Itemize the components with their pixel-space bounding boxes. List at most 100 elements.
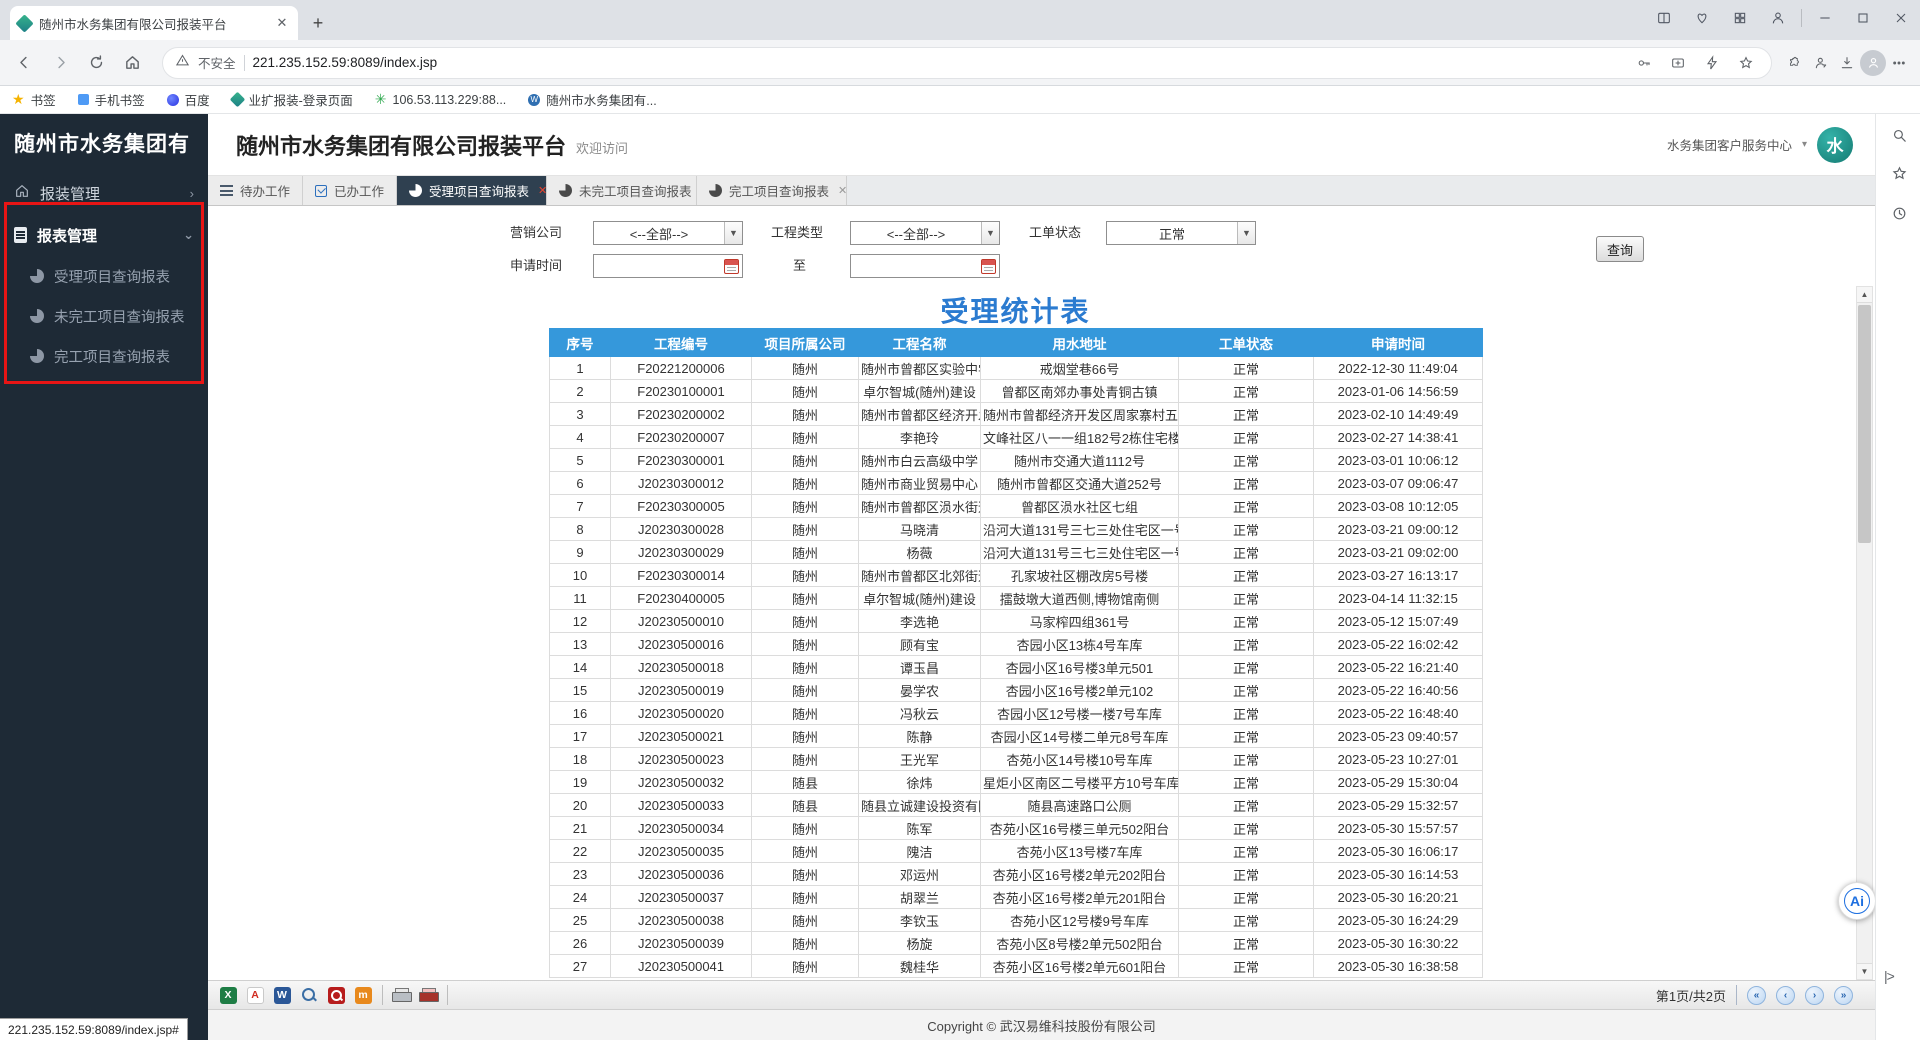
bookmark-item[interactable]: 业扩报装-登录页面 [232, 90, 353, 109]
scroll-up-icon[interactable]: ▲ [1857, 287, 1872, 303]
sidebar-item-baobiao[interactable]: 报表管理 ⌄ [0, 214, 208, 256]
avatar[interactable]: 水 [1817, 127, 1853, 163]
content-scrollbar[interactable]: ▲ ▼ [1856, 286, 1873, 980]
header-user-area[interactable]: 水务集团客户服务中心 ▾ 水 [1667, 127, 1853, 163]
print-preview-icon[interactable] [299, 985, 319, 1005]
new-tab-button[interactable]: + [304, 9, 332, 37]
table-row[interactable]: 26J20230500039随州杨旋杏苑小区8号楼2单元502阳台正常2023-… [550, 932, 1483, 955]
last-page-button[interactable]: » [1834, 986, 1853, 1005]
bookmark-item[interactable]: W随州市水务集团有... [528, 90, 656, 109]
favorites-star-icon[interactable] [1886, 160, 1912, 186]
browser-avatar[interactable] [1860, 50, 1886, 76]
extensions-puzzle-icon[interactable] [1782, 50, 1808, 76]
bookmark-item[interactable]: ✳106.53.113.229:88... [375, 91, 507, 108]
table-row[interactable]: 24J20230500037随州胡翠兰杏苑小区16号楼2单元201阳台正常202… [550, 886, 1483, 909]
table-row[interactable]: 16J20230500020随州冯秋云杏园小区12号楼一楼7号车库正常2023-… [550, 702, 1483, 725]
sidebar-subitem-shouli[interactable]: 受理项目查询报表 [0, 256, 208, 296]
scrollbar-thumb[interactable] [1858, 305, 1871, 543]
date-from-input[interactable] [593, 254, 743, 278]
address-bar[interactable]: 不安全 221.235.152.59:8089/index.jsp [162, 47, 1772, 79]
table-row[interactable]: 4F20230200007随州李艳玲文峰社区八一一组182号2栋住宅楼正常202… [550, 426, 1483, 449]
table-row[interactable]: 5F20230300001随州随州市白云高级中学随州市交通大道1112号正常20… [550, 449, 1483, 472]
bookmark-item[interactable]: 手机书签 [78, 90, 145, 109]
ai-assistant-button[interactable]: Ai [1838, 882, 1875, 920]
table-row[interactable]: 9J20230300029随州杨薇沿河大道131号三七三处住宅区一号正常2023… [550, 541, 1483, 564]
extensions-icon[interactable] [1721, 0, 1759, 36]
pdf-print-icon[interactable] [418, 985, 438, 1005]
more-menu-icon[interactable] [1886, 50, 1912, 76]
table-row[interactable]: 3F20230200002随州随州市曾都区经济开发随州市曾都经济开发区周家寨村五… [550, 403, 1483, 426]
home-icon[interactable] [116, 47, 148, 79]
tab-daiban[interactable]: 待办工作 [208, 176, 303, 205]
back-icon[interactable] [8, 47, 40, 79]
table-row[interactable]: 11F20230400005随州卓尔智城(随州)建设擂鼓墩大道西侧,博物馆南侧正… [550, 587, 1483, 610]
project-type-select[interactable]: <--全部-->▼ [850, 221, 1000, 245]
history-clock-icon[interactable] [1886, 200, 1912, 226]
table-row[interactable]: 7F20230300005随州随州市曾都区涢水街道曾都区涢水社区七组正常2023… [550, 495, 1483, 518]
enhance-page-icon[interactable] [1665, 50, 1691, 76]
export-pdf-icon[interactable]: A [245, 985, 265, 1005]
sync-profile-icon[interactable] [1808, 50, 1834, 76]
calendar-icon[interactable] [981, 259, 996, 274]
table-row[interactable]: 8J20230300028随州马晓清沿河大道131号三七三处住宅区一号正常202… [550, 518, 1483, 541]
export-word-icon[interactable]: W [272, 985, 292, 1005]
tab-close-icon[interactable]: ✕ [274, 15, 290, 31]
password-key-icon[interactable] [1631, 50, 1657, 76]
table-row[interactable]: 6J20230300012随州随州市商业贸易中心随州市曾都区交通大道252号正常… [550, 472, 1483, 495]
table-row[interactable]: 14J20230500018随州谭玉昌杏园小区16号楼3单元501正常2023-… [550, 656, 1483, 679]
table-row[interactable]: 25J20230500038随州李钦玉杏苑小区12号楼9号车库正常2023-05… [550, 909, 1483, 932]
table-row[interactable]: 17J20230500021随州陈静杏园小区14号楼二单元8号车库正常2023-… [550, 725, 1483, 748]
table-row[interactable]: 18J20230500023随州王光军杏苑小区14号楼10号车库正常2023-0… [550, 748, 1483, 771]
extension-lightning-icon[interactable] [1699, 50, 1725, 76]
date-to-input[interactable] [850, 254, 1000, 278]
table-row[interactable]: 27J20230500041随州魏桂华杏苑小区16号楼2单元601阳台正常202… [550, 955, 1483, 978]
browser-essentials-icon[interactable] [1683, 0, 1721, 36]
table-row[interactable]: 2F20230100001随州卓尔智城(随州)建设曾都区南郊办事处青铜古镇正常2… [550, 380, 1483, 403]
table-row[interactable]: 23J20230500036随州邓运州杏苑小区16号楼2单元202阳台正常202… [550, 863, 1483, 886]
downloads-icon[interactable] [1834, 50, 1860, 76]
table-row[interactable]: 1F20221200006随州随州市曾都区实验中学戒烟堂巷66号正常2022-1… [550, 357, 1483, 380]
first-page-button[interactable]: « [1747, 986, 1766, 1005]
maximize-icon[interactable] [1844, 0, 1882, 36]
refresh-icon[interactable] [80, 47, 112, 79]
tab-shouli-report[interactable]: 受理项目查询报表 ✕ [397, 176, 547, 205]
table-row[interactable]: 22J20230500035随州隗洁杏苑小区13号楼7车库正常2023-05-3… [550, 840, 1483, 863]
table-row[interactable]: 21J20230500034随州陈军杏苑小区16号楼三单元502阳台正常2023… [550, 817, 1483, 840]
favorite-star-icon[interactable] [1733, 50, 1759, 76]
calendar-icon[interactable] [724, 259, 739, 274]
tab-weiwangong-report[interactable]: 未完工项目查询报表 ✕ [547, 176, 697, 205]
close-tab-icon[interactable]: ✕ [538, 184, 547, 197]
company-select[interactable]: <--全部-->▼ [593, 221, 743, 245]
close-tab-icon[interactable]: ✕ [838, 184, 847, 197]
tab-yiban[interactable]: 已办工作 [303, 176, 397, 205]
table-row[interactable]: 10F20230300014随州随州市曾都区北郊街道孔家坡社区棚改房5号楼正常2… [550, 564, 1483, 587]
prev-page-button[interactable]: ‹ [1776, 986, 1795, 1005]
profile-icon[interactable] [1759, 0, 1797, 36]
export-mht-icon[interactable]: m [353, 985, 373, 1005]
sidebar-subitem-wangong[interactable]: 完工项目查询报表 [0, 336, 208, 376]
forward-icon[interactable] [44, 47, 76, 79]
query-button[interactable]: 查询 [1596, 236, 1644, 262]
bookmark-item[interactable]: 百度 [167, 90, 210, 109]
split-screen-icon[interactable] [1645, 0, 1683, 36]
tab-wangong-report[interactable]: 完工项目查询报表 ✕ [697, 176, 847, 205]
order-status-select[interactable]: 正常▼ [1106, 221, 1256, 245]
sidebar-item-baozhuang[interactable]: 报装管理 › [0, 172, 208, 214]
minimize-icon[interactable] [1806, 0, 1844, 36]
table-row[interactable]: 20J20230500033随县随县立诚建设投资有限随县高速路口公厕正常2023… [550, 794, 1483, 817]
table-row[interactable]: 13J20230500016随州顾有宝杏园小区13栋4号车库正常2023-05-… [550, 633, 1483, 656]
table-row[interactable]: 12J20230500010随州李选艳马家榨四组361号正常2023-05-12… [550, 610, 1483, 633]
scroll-down-icon[interactable]: ▼ [1857, 963, 1872, 979]
export-excel-icon[interactable]: X [218, 985, 238, 1005]
table-row[interactable]: 19J20230500032随县徐炜星炬小区南区二号楼平方10号车库正常2023… [550, 771, 1483, 794]
table-row[interactable]: 15J20230500019随州晏学农杏园小区16号楼2单元102正常2023-… [550, 679, 1483, 702]
collapse-sidebar-icon[interactable]: |> [1884, 968, 1894, 984]
close-window-icon[interactable] [1882, 0, 1920, 36]
bookmark-item[interactable]: ★书签 [12, 90, 56, 109]
browser-tab[interactable]: 随州市水务集团有限公司报装平台 ✕ [10, 6, 298, 40]
pdf-preview-icon[interactable] [326, 985, 346, 1005]
next-page-button[interactable]: › [1805, 986, 1824, 1005]
print-icon[interactable] [391, 985, 411, 1005]
sidebar-subitem-weiwangong[interactable]: 未完工项目查询报表 [0, 296, 208, 336]
search-icon[interactable] [1886, 122, 1912, 148]
